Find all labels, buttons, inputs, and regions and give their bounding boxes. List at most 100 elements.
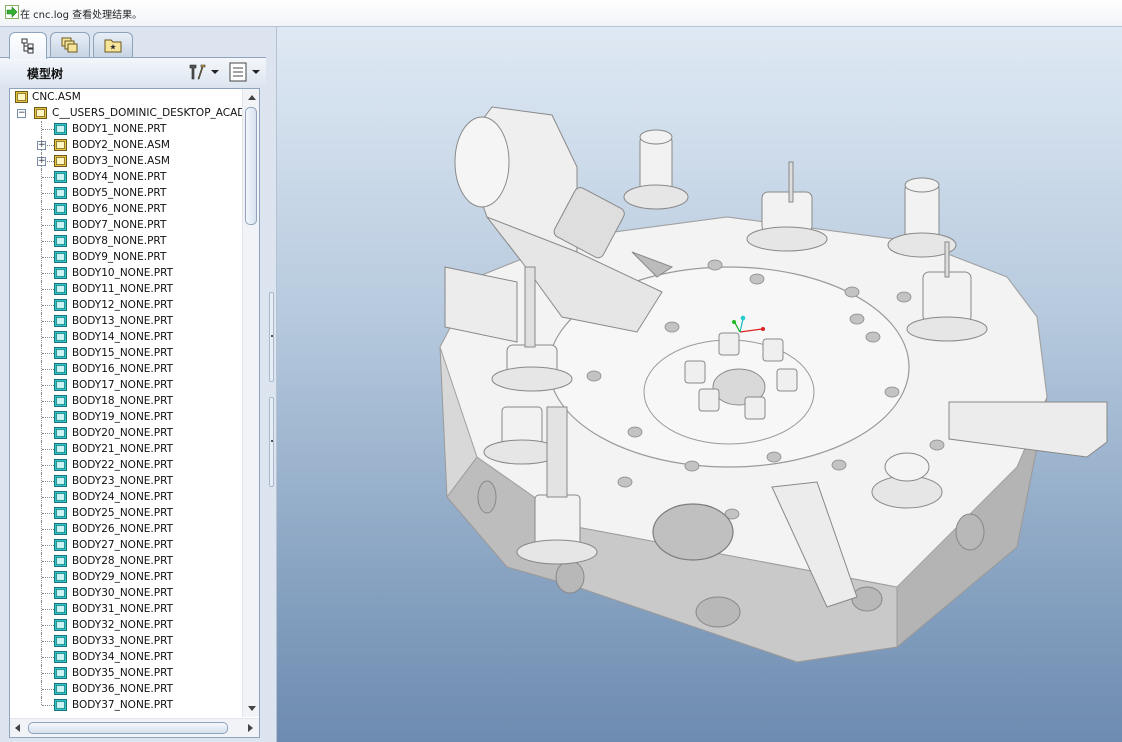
tree-item[interactable]: BODY20_NONE.PRT (10, 425, 242, 441)
part-icon (54, 347, 67, 359)
tree-item[interactable]: BODY12_NONE.PRT (10, 297, 242, 313)
scroll-right-arrow[interactable] (248, 724, 253, 732)
tree-item[interactable]: BODY10_NONE.PRT (10, 265, 242, 281)
tree-item-label: BODY31_NONE.PRT (72, 603, 174, 615)
tree-item[interactable]: BODY32_NONE.PRT (10, 617, 242, 633)
collapse-icon[interactable]: − (17, 109, 26, 118)
tree-item[interactable]: BODY27_NONE.PRT (10, 537, 242, 553)
part-icon (54, 555, 67, 567)
tree-item[interactable]: BODY15_NONE.PRT (10, 345, 242, 361)
part-icon (54, 171, 67, 183)
part-icon (54, 299, 67, 311)
tree-item[interactable]: BODY9_NONE.PRT (10, 249, 242, 265)
part-icon (54, 411, 67, 423)
tree-item[interactable]: + BODY2_NONE.ASM (10, 137, 242, 153)
tree-item-label: BODY34_NONE.PRT (72, 651, 174, 663)
scroll-down-arrow[interactable] (243, 701, 259, 717)
tree-item[interactable]: BODY18_NONE.PRT (10, 393, 242, 409)
tree-item[interactable]: BODY22_NONE.PRT (10, 457, 242, 473)
tree-connector (42, 657, 54, 658)
part-icon (54, 491, 67, 503)
part-icon (54, 427, 67, 439)
part-icon (54, 283, 67, 295)
scroll-thumb[interactable] (28, 722, 228, 734)
expand-icon[interactable]: + (37, 157, 46, 166)
tree-subassembly-label: C__USERS_DOMINIC_DESKTOP_ACAD (52, 107, 242, 119)
tree-item-label: BODY24_NONE.PRT (72, 491, 174, 503)
tree-item[interactable]: BODY33_NONE.PRT (10, 633, 242, 649)
tools-icon (189, 64, 206, 80)
tree-subassembly-row[interactable]: − C__USERS_DOMINIC_DESKTOP_ACAD (10, 105, 242, 121)
vertical-scrollbar[interactable] (242, 89, 259, 717)
scroll-left-arrow[interactable] (15, 724, 20, 732)
tree-item-label: BODY35_NONE.PRT (72, 667, 174, 679)
tree-item[interactable]: BODY30_NONE.PRT (10, 585, 242, 601)
scroll-up-arrow[interactable] (243, 89, 259, 105)
tree-item[interactable]: BODY7_NONE.PRT (10, 217, 242, 233)
tree-item[interactable]: + BODY3_NONE.ASM (10, 153, 242, 169)
tree-item[interactable]: BODY26_NONE.PRT (10, 521, 242, 537)
splitter-grip[interactable] (269, 292, 274, 382)
layers-tab[interactable] (50, 32, 90, 57)
model-tree-tab[interactable] (9, 32, 47, 59)
settings-menu-button[interactable] (187, 62, 221, 82)
part-icon (54, 699, 67, 711)
app-window: 在 cnc.log 查看处理结果。 模型树 CNC.ASM − C__USERS… (0, 0, 1122, 742)
tree-connector (42, 609, 54, 610)
tree-item[interactable]: BODY17_NONE.PRT (10, 377, 242, 393)
tree-item-label: BODY33_NONE.PRT (72, 635, 174, 647)
horizontal-scrollbar[interactable] (10, 718, 259, 737)
tree-item[interactable]: BODY28_NONE.PRT (10, 553, 242, 569)
tree-item-label: BODY18_NONE.PRT (72, 395, 174, 407)
tree-item[interactable]: BODY5_NONE.PRT (10, 185, 242, 201)
folder-browser-tab[interactable] (93, 32, 133, 57)
part-icon (54, 187, 67, 199)
tree-item[interactable]: BODY34_NONE.PRT (10, 649, 242, 665)
tree-item[interactable]: BODY37_NONE.PRT (10, 697, 242, 713)
navigator-panel: 模型树 CNC.ASM − C__USERS_DOMINIC_DESKTOP_A… (0, 27, 266, 742)
part-icon (54, 315, 67, 327)
tree-item[interactable]: BODY35_NONE.PRT (10, 665, 242, 681)
tree-item[interactable]: BODY6_NONE.PRT (10, 201, 242, 217)
part-icon (54, 651, 67, 663)
show-menu-button[interactable] (228, 62, 262, 82)
tree-item-label: BODY30_NONE.PRT (72, 587, 174, 599)
part-icon (54, 571, 67, 583)
part-icon (54, 539, 67, 551)
tree-item[interactable]: BODY8_NONE.PRT (10, 233, 242, 249)
part-icon (54, 363, 67, 375)
tree-root-label: CNC.ASM (32, 91, 81, 103)
graphics-viewport[interactable] (277, 27, 1122, 742)
tree-item[interactable]: BODY31_NONE.PRT (10, 601, 242, 617)
tree-icon (21, 38, 34, 54)
tree-connector (42, 561, 54, 562)
splitter-grip[interactable] (269, 397, 274, 487)
tree-item[interactable]: BODY16_NONE.PRT (10, 361, 242, 377)
message-text: 在 cnc.log 查看处理结果。 (20, 10, 143, 21)
tree-connector (42, 305, 54, 306)
tree-item[interactable]: BODY4_NONE.PRT (10, 169, 242, 185)
chevron-down-icon (211, 70, 219, 74)
tree-item-label: BODY3_NONE.ASM (72, 155, 170, 167)
tree-item-label: BODY5_NONE.PRT (72, 187, 167, 199)
tree-item[interactable]: BODY13_NONE.PRT (10, 313, 242, 329)
scroll-thumb[interactable] (245, 107, 257, 225)
tree-connector (42, 225, 54, 226)
tree-item[interactable]: BODY14_NONE.PRT (10, 329, 242, 345)
tree-item-label: BODY36_NONE.PRT (72, 683, 174, 695)
model-tree-list: CNC.ASM − C__USERS_DOMINIC_DESKTOP_ACAD … (10, 89, 242, 717)
tree-item[interactable]: BODY36_NONE.PRT (10, 681, 242, 697)
tree-item[interactable]: BODY1_NONE.PRT (10, 121, 242, 137)
tree-item[interactable]: BODY11_NONE.PRT (10, 281, 242, 297)
panel-splitter[interactable] (266, 27, 277, 742)
tree-item[interactable]: BODY23_NONE.PRT (10, 473, 242, 489)
tree-item[interactable]: BODY24_NONE.PRT (10, 489, 242, 505)
tree-connector (42, 497, 54, 498)
expand-icon[interactable]: + (37, 141, 46, 150)
tree-item[interactable]: BODY29_NONE.PRT (10, 569, 242, 585)
tree-item[interactable]: BODY19_NONE.PRT (10, 409, 242, 425)
tree-item[interactable]: BODY25_NONE.PRT (10, 505, 242, 521)
tree-root-row[interactable]: CNC.ASM (10, 89, 242, 105)
tree-item[interactable]: BODY21_NONE.PRT (10, 441, 242, 457)
tree-item-label: BODY1_NONE.PRT (72, 123, 167, 135)
